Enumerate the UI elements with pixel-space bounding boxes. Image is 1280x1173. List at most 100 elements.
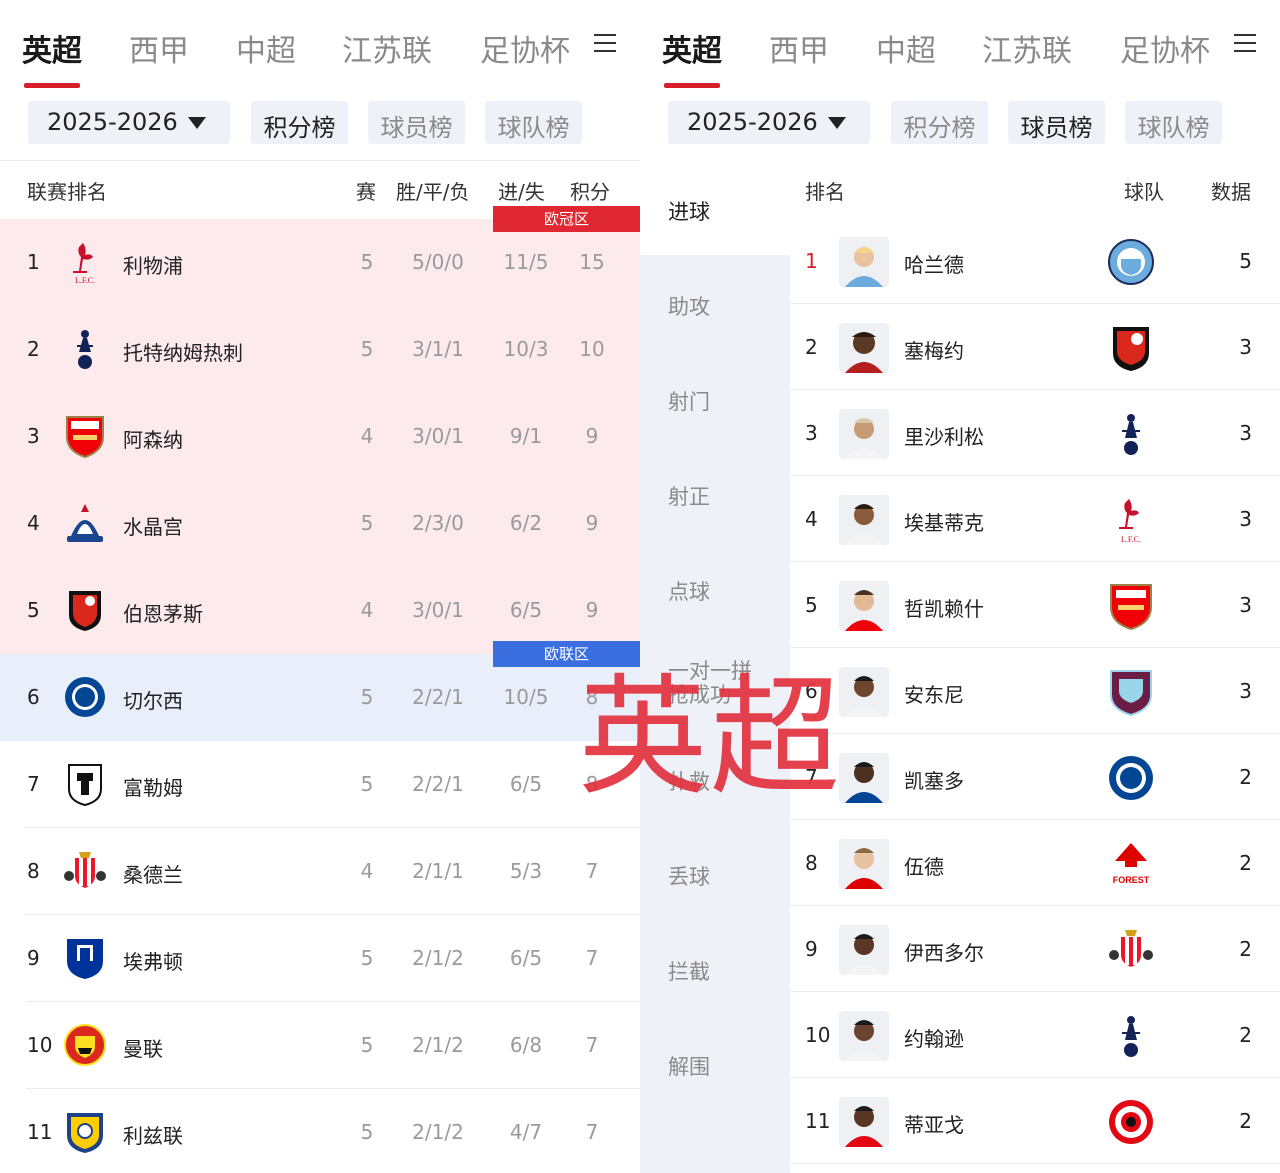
tab-standings[interactable]: 积分榜 bbox=[891, 101, 988, 144]
chelsea-crest bbox=[1109, 756, 1153, 800]
season-select[interactable]: 2025-2026 bbox=[668, 101, 870, 144]
team-goals: 6/8 bbox=[509, 1033, 543, 1057]
menu-icon[interactable] bbox=[594, 34, 616, 54]
standings-panel: 英超 西甲 中超 江苏联 足协杯 2025-2026 积分榜 球员榜 球队榜 联… bbox=[0, 0, 640, 1173]
category-goals[interactable]: 进球 bbox=[640, 160, 790, 255]
team-goals: 6/5 bbox=[509, 598, 543, 622]
player-row[interactable]: 9 伊西多尔 2 bbox=[790, 906, 1280, 992]
liverpool-crest: L.F.C. bbox=[1119, 499, 1141, 544]
team-played: 4 bbox=[360, 859, 374, 883]
nottingham-forest-crest: FOREST bbox=[1113, 843, 1150, 885]
player-rank: 11 bbox=[805, 1109, 831, 1133]
category-shots[interactable]: 射门 bbox=[640, 350, 790, 445]
chelsea-crest bbox=[65, 677, 105, 717]
player-row[interactable]: 10 约翰逊 2 bbox=[790, 992, 1280, 1078]
tab-premier-league[interactable]: 英超 bbox=[662, 26, 722, 88]
caret-down-icon bbox=[828, 117, 846, 129]
ucl-zone-badge: 欧冠区 bbox=[493, 206, 640, 232]
header-rank: 排名 bbox=[805, 180, 845, 204]
team-wdl: 2/1/1 bbox=[412, 859, 464, 883]
player-row[interactable]: 3 里沙利松 3 bbox=[790, 390, 1280, 476]
tab-laliga[interactable]: 西甲 bbox=[129, 26, 189, 70]
category-shots-on-target[interactable]: 射正 bbox=[640, 445, 790, 540]
tottenham-crest bbox=[77, 330, 93, 369]
team-goals: 10/3 bbox=[503, 337, 549, 361]
player-row[interactable]: 2 塞梅约 3 bbox=[790, 304, 1280, 390]
bournemouth-crest bbox=[69, 591, 101, 631]
arsenal-crest bbox=[1110, 584, 1152, 631]
tab-player-ranking[interactable]: 球员榜 bbox=[368, 101, 465, 144]
player-rank: 1 bbox=[805, 249, 818, 273]
player-value: 3 bbox=[1239, 507, 1252, 531]
table-row[interactable]: 3 阿森纳 4 3/0/1 9/1 9 bbox=[0, 393, 640, 480]
season-value: 2025-2026 bbox=[687, 108, 818, 136]
team-rank: 8 bbox=[27, 859, 40, 883]
team-name: 切尔西 bbox=[123, 689, 183, 713]
fulham-crest bbox=[68, 764, 102, 807]
table-row[interactable]: 4 水晶宫 5 2/3/0 6/2 9 bbox=[0, 480, 640, 567]
header-goals: 进/失 bbox=[498, 180, 545, 204]
tab-player-ranking[interactable]: 球员榜 bbox=[1008, 101, 1105, 144]
standings-header: 联赛排名 赛 胜/平/负 进/失 积分 bbox=[0, 176, 640, 206]
table-row[interactable]: 11 利兹联 5 2/1/2 4/7 7 bbox=[0, 1089, 640, 1173]
team-played: 5 bbox=[360, 772, 374, 796]
table-row[interactable]: 2 托特纳姆热刺 5 3/1/1 10/3 10 bbox=[0, 306, 640, 393]
player-row[interactable]: 5 哲凯赖什 3 bbox=[790, 562, 1280, 648]
team-wdl: 2/1/2 bbox=[412, 1033, 464, 1057]
season-select[interactable]: 2025-2026 bbox=[28, 101, 230, 144]
tab-standings[interactable]: 积分榜 bbox=[251, 101, 348, 144]
player-rank: 8 bbox=[805, 851, 818, 875]
table-row[interactable]: 7 富勒姆 5 2/2/1 6/5 8 bbox=[0, 741, 640, 828]
table-row[interactable]: 9 埃弗顿 5 2/1/2 6/5 7 bbox=[0, 915, 640, 1002]
player-row[interactable]: 6 安东尼 3 bbox=[790, 648, 1280, 734]
player-value: 2 bbox=[1239, 937, 1252, 961]
league-tabs: 英超 西甲 中超 江苏联 足协杯 bbox=[640, 0, 1280, 92]
watermark-text: 英超 bbox=[578, 661, 843, 813]
divider bbox=[0, 160, 640, 161]
category-penalties[interactable]: 点球 bbox=[640, 540, 790, 635]
team-played: 5 bbox=[360, 511, 374, 535]
player-row[interactable]: 8 伍德 FOREST 2 bbox=[790, 820, 1280, 906]
player-ranking-header: 排名 球队 数据 bbox=[790, 176, 1280, 206]
player-value: 2 bbox=[1239, 851, 1252, 875]
player-name: 蒂亚戈 bbox=[904, 1113, 964, 1137]
tab-jiangsu-league[interactable]: 江苏联 bbox=[982, 26, 1072, 70]
player-avatar bbox=[839, 409, 889, 459]
tab-laliga[interactable]: 西甲 bbox=[769, 26, 829, 70]
team-goals: 4/7 bbox=[509, 1120, 543, 1144]
player-name: 凯塞多 bbox=[904, 769, 964, 793]
category-assists[interactable]: 助攻 bbox=[640, 255, 790, 350]
team-rank: 9 bbox=[27, 946, 40, 970]
tab-team-ranking[interactable]: 球队榜 bbox=[485, 101, 582, 144]
tab-fa-cup[interactable]: 足协杯 bbox=[480, 26, 572, 70]
tab-fa-cup[interactable]: 足协杯 bbox=[1120, 26, 1212, 70]
team-name: 埃弗顿 bbox=[123, 950, 183, 974]
tab-csl[interactable]: 中超 bbox=[876, 26, 936, 70]
table-row[interactable]: 1 L.F.C. 利物浦 5 5/0/0 11/5 15 bbox=[0, 219, 640, 306]
team-goals: 5/3 bbox=[509, 859, 543, 883]
category-goals-conceded[interactable]: 丢球 bbox=[640, 825, 790, 920]
tab-csl[interactable]: 中超 bbox=[236, 26, 296, 70]
season-value: 2025-2026 bbox=[47, 108, 178, 136]
player-avatar bbox=[839, 667, 889, 717]
table-row[interactable]: 8 桑德兰 4 2/1/1 5/3 7 bbox=[0, 828, 640, 915]
svg-text:FOREST: FOREST bbox=[1113, 875, 1150, 885]
tab-team-ranking[interactable]: 球队榜 bbox=[1125, 101, 1222, 144]
team-points: 9 bbox=[585, 424, 599, 448]
player-row[interactable]: 7 凯塞多 2 bbox=[790, 734, 1280, 820]
brentford-crest bbox=[1109, 1100, 1153, 1144]
table-row[interactable]: 6 切尔西 5 2/2/1 10/5 8 bbox=[0, 654, 640, 741]
player-row[interactable]: 1 哈兰德 5 bbox=[790, 218, 1280, 304]
team-goals: 11/5 bbox=[503, 250, 549, 274]
category-interceptions[interactable]: 拦截 bbox=[640, 920, 790, 1015]
player-row[interactable]: 11 蒂亚戈 2 bbox=[790, 1078, 1280, 1164]
menu-icon[interactable] bbox=[1234, 34, 1256, 54]
player-name: 里沙利松 bbox=[904, 425, 984, 449]
category-clearances[interactable]: 解围 bbox=[640, 1015, 790, 1110]
tab-jiangsu-league[interactable]: 江苏联 bbox=[342, 26, 432, 70]
player-row[interactable]: 4 埃基蒂克 L.F.C. 3 bbox=[790, 476, 1280, 562]
tab-premier-league[interactable]: 英超 bbox=[22, 26, 82, 88]
table-row[interactable]: 10 曼联 5 2/1/2 6/8 7 bbox=[0, 1002, 640, 1089]
header-rank: 联赛排名 bbox=[27, 180, 107, 204]
team-points: 9 bbox=[585, 511, 599, 535]
